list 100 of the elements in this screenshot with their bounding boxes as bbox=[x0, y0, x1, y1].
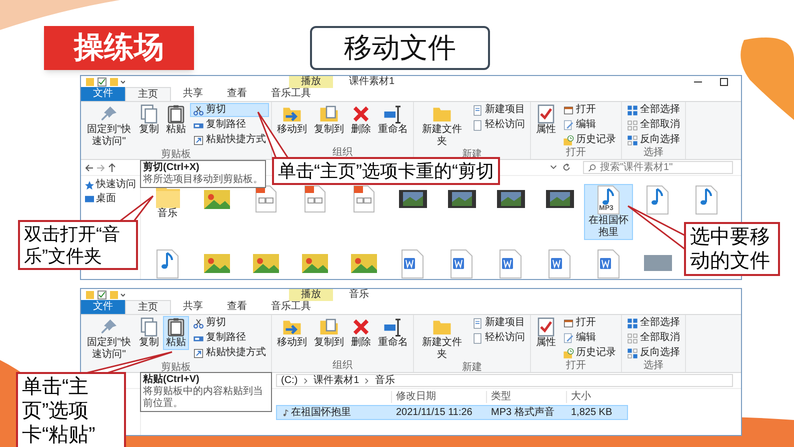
ribbon-button[interactable]: 粘贴快捷方式 bbox=[190, 346, 269, 360]
x-icon bbox=[351, 104, 371, 124]
picture-thumbnail bbox=[302, 254, 328, 273]
callout: 双击打开“音乐”文件夹 bbox=[18, 220, 138, 270]
sidebar-item[interactable]: 快速访问 bbox=[85, 179, 140, 191]
column-header[interactable]: 类型 bbox=[486, 391, 566, 403]
file-name: 在祖国怀抱里 bbox=[588, 215, 630, 239]
maximize-icon bbox=[719, 77, 729, 87]
ribbon-button[interactable]: 复制到 bbox=[311, 316, 347, 350]
ribbon-button[interactable]: 复制到 bbox=[311, 103, 347, 137]
grid-icon bbox=[627, 104, 638, 116]
ribbon-button[interactable]: 复制 bbox=[136, 316, 162, 350]
ribbon-group-label: 组织 bbox=[332, 360, 354, 372]
ribbon-button[interactable]: 编辑 bbox=[560, 118, 619, 132]
ribbon-button[interactable]: 新建项目 bbox=[469, 316, 528, 330]
document-icon bbox=[472, 104, 483, 116]
monitor-icon bbox=[85, 194, 94, 204]
ribbon-tab[interactable]: 共享 bbox=[171, 300, 215, 314]
document-icon bbox=[472, 120, 483, 130]
ribbon-button[interactable]: 反向选择 bbox=[624, 346, 683, 360]
ribbon-button[interactable]: 属性 bbox=[533, 103, 559, 137]
search-field[interactable]: 搜索"课件素材1" bbox=[583, 161, 733, 174]
search-icon bbox=[588, 164, 596, 172]
ribbon-button[interactable]: 全部选择 bbox=[624, 316, 683, 330]
table-cell-text: MP3 格式声音 bbox=[490, 406, 556, 418]
ribbon-button[interactable]: 粘贴 bbox=[163, 103, 189, 137]
ribbon-button[interactable]: 剪切 bbox=[190, 103, 269, 117]
ribbon-button[interactable]: 编辑 bbox=[560, 331, 619, 345]
breadcrumb-item[interactable]: 课件素材1 bbox=[314, 375, 360, 386]
chevron-down-icon bbox=[549, 163, 558, 172]
callout-pointer bbox=[627, 205, 687, 252]
table-cell-text: 1,825 KB bbox=[570, 406, 614, 418]
ribbon-button[interactable]: 轻松访问 bbox=[469, 118, 528, 132]
star-icon bbox=[85, 180, 94, 190]
ribbon-button[interactable]: 剪切 bbox=[190, 316, 269, 330]
window-title: 课件素材1 bbox=[349, 76, 395, 88]
ribbon-group-label: 剪贴板 bbox=[160, 362, 192, 374]
ribbon-button[interactable]: 属性 bbox=[533, 316, 559, 350]
ribbon-tab[interactable]: 共享 bbox=[171, 87, 215, 101]
ribbon-button[interactable]: 新建文件夹 bbox=[416, 103, 468, 149]
ribbon-button[interactable]: 全部取消 bbox=[624, 118, 683, 132]
ribbon-button[interactable]: 复制 bbox=[136, 103, 162, 137]
breadcrumb-item[interactable]: (C:) bbox=[281, 375, 298, 386]
ribbon-button[interactable]: 复制路径 bbox=[190, 331, 269, 345]
context-tab-label: 播放 bbox=[289, 289, 333, 301]
ribbon-button[interactable]: 粘贴快捷方式 bbox=[190, 133, 269, 147]
ribbon-tab[interactable]: 音乐工具 bbox=[259, 300, 323, 314]
file-menu-tab[interactable]: 文件 bbox=[81, 300, 125, 314]
ribbon-button[interactable]: 重命名 bbox=[375, 103, 411, 137]
ribbon-button[interactable]: 移动到 bbox=[274, 103, 310, 137]
column-header[interactable]: 大小 bbox=[566, 391, 626, 403]
file-menu-tab[interactable]: 文件 bbox=[81, 87, 125, 101]
ribbon-button[interactable]: 全部选择 bbox=[624, 103, 683, 117]
ribbon-tab[interactable]: 主页 bbox=[125, 300, 171, 314]
ribbon-button[interactable]: 全部取消 bbox=[624, 331, 683, 345]
callout: 选中要移动的文件 bbox=[684, 222, 780, 276]
rename-icon bbox=[383, 104, 403, 124]
ribbon-group-label: 打开 bbox=[565, 360, 587, 372]
ribbon-group-label: 打开 bbox=[565, 147, 587, 159]
ribbon-button[interactable]: 重命名 bbox=[375, 316, 411, 350]
ribbon-group-label: 新建 bbox=[461, 362, 483, 374]
ribbon-button[interactable]: 删除 bbox=[348, 316, 374, 350]
ribbon-tab[interactable]: 查看 bbox=[215, 87, 259, 101]
tooltip-text: 将剪贴板中的内容粘贴到当前位置。 bbox=[143, 386, 264, 410]
ribbon-button[interactable]: 粘贴 bbox=[163, 316, 189, 350]
file-row[interactable]: 在祖国怀抱里 2021/11/15 11:26 MP3 格式声音 1,825 KB bbox=[276, 405, 628, 420]
address-bar[interactable]: (C:) 课件素材1 音乐 bbox=[276, 374, 733, 387]
ribbon-button[interactable]: 固定到"快速访问" bbox=[83, 103, 135, 149]
tooltip-text: 将所选项目移动到剪贴板。 bbox=[143, 174, 263, 186]
breadcrumb-item[interactable]: 音乐 bbox=[375, 375, 396, 386]
ribbon-button[interactable]: 删除 bbox=[348, 103, 374, 137]
file-item[interactable] bbox=[352, 184, 376, 214]
picture-thumbnail bbox=[350, 254, 376, 273]
chevron-right-icon bbox=[302, 376, 310, 384]
scissors-icon bbox=[193, 104, 204, 116]
ribbon-group-label: 组织 bbox=[332, 147, 354, 159]
ribbon-tab[interactable]: 音乐工具 bbox=[259, 87, 323, 101]
grid-icon bbox=[627, 318, 638, 328]
ribbon-button[interactable]: 历史记录 bbox=[560, 133, 619, 147]
ribbon-button[interactable]: 移动到 bbox=[274, 316, 310, 350]
shortcut-icon bbox=[193, 134, 204, 146]
ribbon-button[interactable]: 打开 bbox=[560, 316, 619, 330]
ribbon-button[interactable]: 固定到"快速访问" bbox=[83, 316, 135, 362]
music-note-file-icon bbox=[646, 185, 669, 215]
file-item[interactable] bbox=[302, 184, 326, 214]
column-header[interactable]: 修改日期 bbox=[391, 391, 486, 403]
ribbon-button[interactable]: 新建项目 bbox=[469, 103, 528, 117]
document-icon bbox=[352, 185, 374, 213]
ribbon-button[interactable]: 轻松访问 bbox=[469, 331, 528, 345]
ribbon-button[interactable]: 反向选择 bbox=[624, 133, 683, 147]
ribbon-button[interactable]: 新建文件夹 bbox=[416, 316, 468, 362]
ribbon-tab[interactable]: 主页 bbox=[125, 87, 171, 101]
picture-thumbnail bbox=[204, 190, 230, 209]
rename-icon bbox=[383, 317, 403, 337]
music-note-file-icon bbox=[695, 185, 718, 215]
ribbon-button[interactable]: 打开 bbox=[560, 103, 619, 117]
ribbon-button[interactable]: 复制路径 bbox=[190, 118, 269, 132]
ribbon-tab[interactable]: 查看 bbox=[215, 300, 259, 314]
ribbon-button[interactable]: 历史记录 bbox=[560, 346, 619, 360]
sidebar-item[interactable]: 桌面 bbox=[85, 193, 140, 205]
